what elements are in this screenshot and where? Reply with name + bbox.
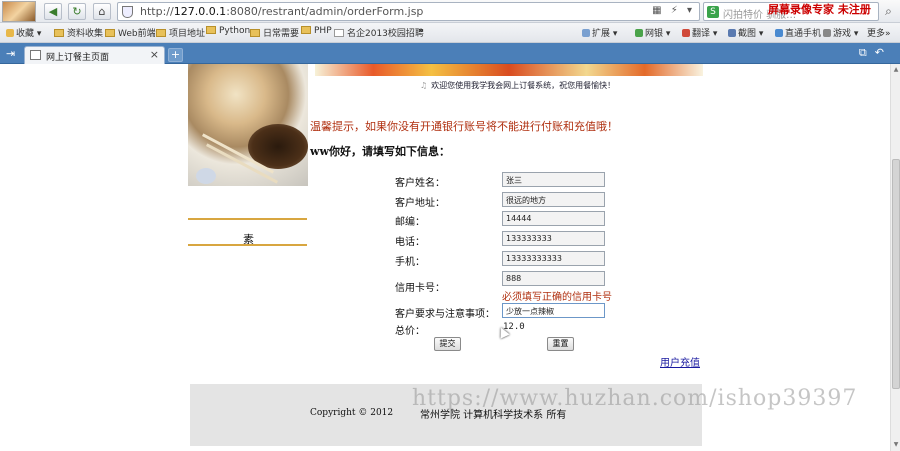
ext-translate[interactable]: 翻译 ▾	[682, 26, 717, 39]
translate-icon	[682, 29, 690, 37]
ext-mobile[interactable]: 直通手机	[775, 26, 821, 39]
back-arrow-icon[interactable]: ◀	[44, 3, 62, 20]
food-image	[188, 64, 308, 186]
bookmark-item[interactable]: 日常需要	[250, 26, 299, 39]
banner-image	[315, 64, 703, 76]
tab-title: 网上订餐主页面	[46, 53, 110, 63]
gamepad-icon	[823, 29, 831, 37]
bookmark-item[interactable]: 名企2013校园招聘	[334, 26, 424, 39]
submit-button[interactable]: 提交	[434, 337, 461, 351]
address-toolbar: ◀ ↻ ⌂ http://127.0.0.1:8080/restrant/adm…	[0, 0, 900, 23]
ext-extension[interactable]: 扩展 ▾	[582, 26, 617, 39]
site-watermark: https://www.huzhan.com/ishop39397	[412, 386, 858, 411]
folder-icon	[206, 26, 216, 34]
scroll-up-icon[interactable]: ▲	[892, 66, 900, 74]
url-text[interactable]: http://127.0.0.1:8080/restrant/admin/ord…	[140, 5, 423, 18]
recorder-watermark: 屏幕录像专家 未注册	[768, 3, 871, 16]
recharge-link[interactable]: 用户充值	[660, 354, 700, 369]
ext-games[interactable]: 游戏 ▾	[823, 26, 858, 39]
copyright-text: Copyright © 2012	[310, 408, 394, 418]
shield-icon	[122, 6, 133, 18]
folder-icon	[105, 29, 115, 37]
card-hint: 必须填写正确的信用卡号	[502, 292, 612, 303]
speaker-icon: ♫	[420, 81, 428, 90]
warning-text: 温馨提示，如果你没有开通银行账号将不能进行付账和充值哦！	[310, 120, 618, 133]
bookmark-item[interactable]: 资料收集	[54, 26, 103, 39]
browser-window: ◀ ↻ ⌂ http://127.0.0.1:8080/restrant/adm…	[0, 0, 900, 451]
user-avatar[interactable]	[2, 1, 36, 22]
scroll-down-icon[interactable]: ▼	[892, 441, 900, 449]
bank-icon	[635, 29, 643, 37]
bookmark-item[interactable]: Python	[206, 26, 250, 36]
total-label: 总价：	[395, 326, 425, 337]
page-favicon-icon	[30, 50, 41, 60]
folder-icon	[156, 29, 166, 37]
card-field[interactable]: 888	[502, 271, 605, 286]
side-divider-bottom	[188, 244, 307, 246]
vertical-scrollbar[interactable]: ▲ ▼	[890, 64, 900, 451]
folder-icon	[54, 29, 64, 37]
url-action-icons[interactable]: ▦ ⚡ ▾	[652, 5, 695, 16]
page-viewport: ♫ 欢迎您使用我学我会网上订餐系统，祝您用餐愉快！ 温馨提示，如果你没有开通银行账…	[0, 64, 890, 451]
card-label: 信用卡号：	[395, 283, 445, 294]
tab-close-icon[interactable]: ×	[150, 48, 159, 61]
refresh-icon[interactable]: ↻	[68, 3, 86, 20]
new-tab-button[interactable]: +	[168, 48, 183, 62]
phone-label: 电话：	[395, 237, 425, 248]
bookmark-item[interactable]: Web前端	[105, 26, 156, 39]
tab-bar: ⇥ 网上订餐主页面 × + ⧉↶	[0, 43, 900, 64]
name-label: 客户姓名：	[395, 178, 445, 189]
address-label: 客户地址：	[395, 198, 445, 209]
bookmark-favorites[interactable]: 收藏 ▾	[6, 26, 41, 39]
phone-icon	[775, 29, 783, 37]
scissors-icon	[728, 29, 736, 37]
tab-order-page[interactable]: 网上订餐主页面 ×	[24, 46, 165, 64]
bookmark-item[interactable]: PHP	[301, 26, 332, 36]
tab-tools-icons[interactable]: ⧉↶	[859, 46, 892, 60]
address-field[interactable]: 很远的地方	[502, 192, 605, 207]
folder-icon	[250, 29, 260, 37]
search-engine-icon: S	[707, 6, 719, 18]
star-icon	[6, 29, 14, 37]
folder-icon	[301, 26, 311, 34]
mobile-label: 手机：	[395, 257, 425, 268]
welcome-text: ♫ 欢迎您使用我学我会网上订餐系统，祝您用餐愉快！	[420, 81, 616, 90]
zip-label: 邮编：	[395, 217, 425, 228]
mobile-field[interactable]: 13333333333	[502, 251, 605, 266]
bookmarks-bar: 收藏 ▾ 资料收集 Web前端 项目地址 Python 日常需要 PHP 名企2…	[0, 23, 900, 43]
zip-field[interactable]: 14444	[502, 211, 605, 226]
reset-button[interactable]: 重置	[547, 337, 574, 351]
ext-more[interactable]: 更多»	[867, 26, 891, 39]
ext-screenshot[interactable]: 截图 ▾	[728, 26, 763, 39]
notes-field[interactable]: 少放一点辣椒	[502, 303, 605, 318]
phone-field[interactable]: 133333333	[502, 231, 605, 246]
ext-bank[interactable]: 网银 ▾	[635, 26, 670, 39]
url-bar[interactable]: http://127.0.0.1:8080/restrant/admin/ord…	[117, 2, 700, 21]
page-icon	[334, 29, 344, 37]
puzzle-icon	[582, 29, 590, 37]
name-field[interactable]: 张三	[502, 172, 605, 187]
notes-label: 客户要求与注意事项：	[395, 309, 495, 320]
home-icon[interactable]: ⌂	[93, 3, 111, 20]
side-divider-top	[188, 218, 307, 220]
bookmarks-more[interactable]: »	[418, 26, 424, 36]
sidebar-toggle-icon[interactable]: ⇥	[6, 47, 15, 60]
greeting-heading: ww你好，请填写如下信息：	[310, 145, 450, 158]
search-icon[interactable]: ⌕	[880, 3, 897, 20]
scroll-thumb[interactable]	[892, 159, 900, 389]
bookmark-item[interactable]: 项目地址	[156, 26, 205, 39]
